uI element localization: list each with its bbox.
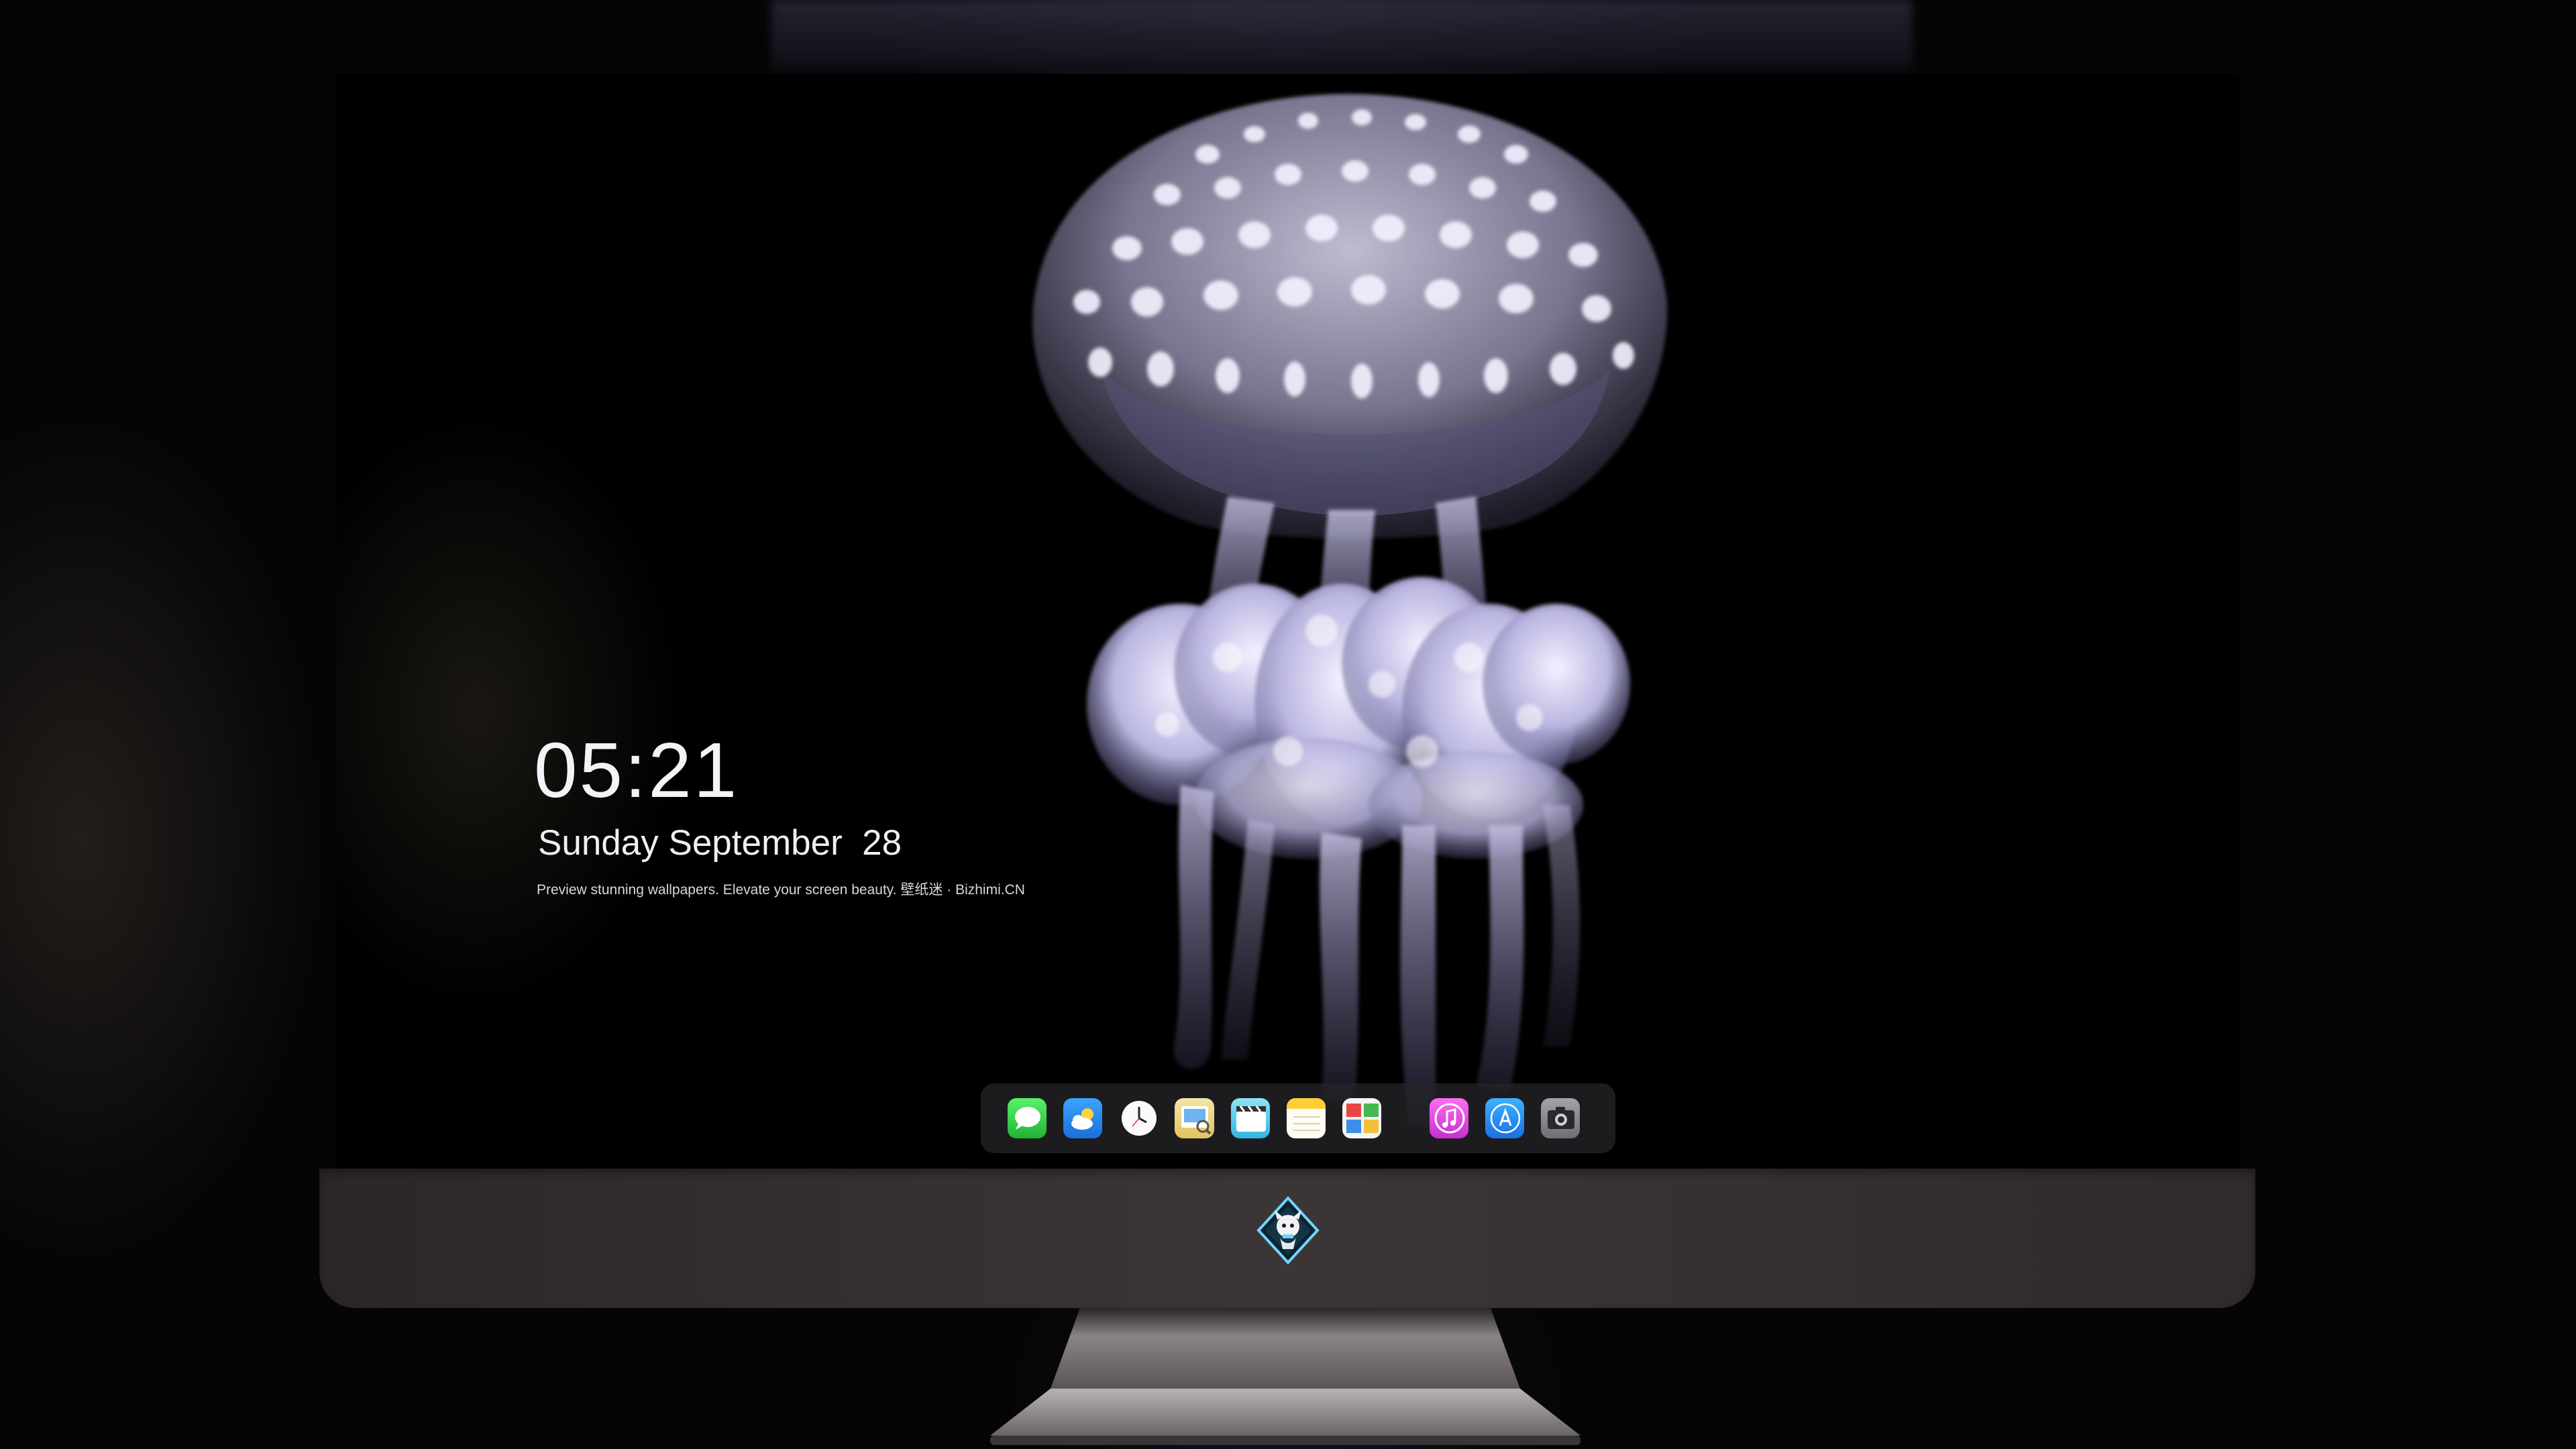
weather-icon[interactable] bbox=[1063, 1098, 1103, 1138]
camera-icon[interactable] bbox=[1540, 1098, 1580, 1138]
background-blur-strip bbox=[771, 0, 1912, 74]
monitor: 05:21 Sunday September 28 Preview stunni… bbox=[319, 74, 2255, 1308]
mascot-logo-icon[interactable] bbox=[1253, 1195, 1323, 1265]
jellyfish-wallpaper-image bbox=[1020, 80, 1690, 1127]
messages-icon[interactable] bbox=[1008, 1098, 1047, 1138]
preview-icon[interactable] bbox=[1175, 1098, 1214, 1138]
clock-icon[interactable] bbox=[1119, 1098, 1159, 1138]
wallpaper-tagline: Preview stunning wallpapers. Elevate you… bbox=[537, 882, 1025, 898]
monitor-screen: 05:21 Sunday September 28 Preview stunni… bbox=[335, 74, 2239, 1169]
dock bbox=[981, 1083, 1615, 1153]
wallpaper-preview-stage: 05:21 Sunday September 28 Preview stunni… bbox=[0, 0, 2576, 1449]
monitor-stand bbox=[990, 1308, 1580, 1445]
notes-icon[interactable] bbox=[1286, 1098, 1326, 1138]
dock-separator bbox=[1398, 1115, 1430, 1122]
lockscreen-date: Sunday September 28 bbox=[538, 823, 902, 863]
screen-glow bbox=[335, 409, 684, 1013]
lockscreen-time: 05:21 bbox=[534, 727, 739, 814]
photo-booth-icon[interactable] bbox=[1342, 1098, 1381, 1138]
clips-icon[interactable] bbox=[1230, 1098, 1270, 1138]
monitor-chin bbox=[319, 1169, 2255, 1308]
app-store-icon[interactable] bbox=[1485, 1098, 1524, 1138]
music-icon[interactable] bbox=[1429, 1098, 1468, 1138]
